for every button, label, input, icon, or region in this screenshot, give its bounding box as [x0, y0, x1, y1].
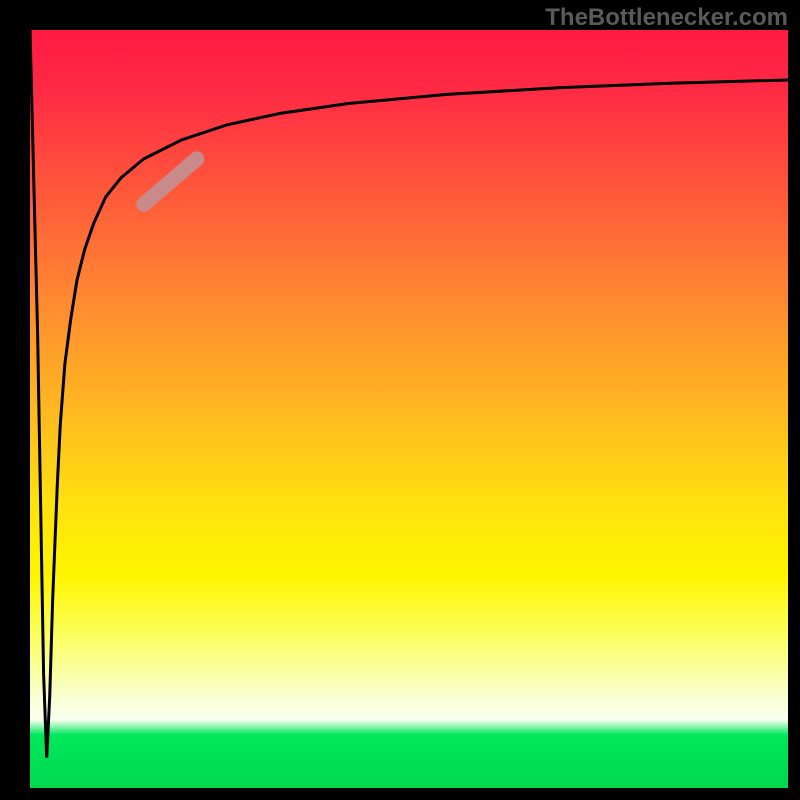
curve-line: [30, 30, 788, 758]
attribution-text: TheBottlenecker.com: [545, 4, 788, 32]
highlight-segment: [144, 159, 197, 204]
chart-svg: [30, 30, 788, 788]
